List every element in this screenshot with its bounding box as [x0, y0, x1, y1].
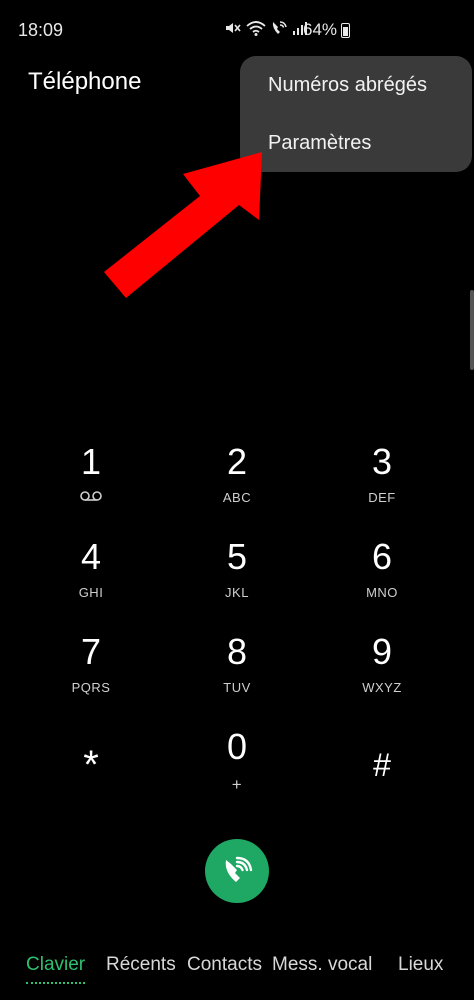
key-7[interactable]: 7 PQRS [31, 632, 151, 696]
tab-recents[interactable]: Récents [106, 954, 176, 976]
key-digit: 7 [80, 631, 102, 672]
key-letters: ABC [222, 490, 252, 505]
key-digit: 3 [371, 441, 393, 482]
bottom-tab-bar: Clavier Récents Contacts Mess. vocal Lie… [0, 950, 474, 990]
key-digit: 5 [226, 536, 248, 577]
tab-places[interactable]: Lieux [398, 954, 443, 976]
call-button[interactable] [205, 839, 269, 903]
key-8[interactable]: 8 TUV [177, 632, 297, 696]
key-digit: 9 [371, 631, 393, 672]
key-digit: # [373, 747, 391, 783]
key-6[interactable]: 6 MNO [322, 537, 442, 601]
key-digit: 8 [226, 631, 248, 672]
tab-voicemail[interactable]: Mess. vocal [272, 954, 372, 976]
key-0[interactable]: 0 + [177, 726, 297, 795]
voicemail-icon [80, 491, 102, 501]
annotation-arrow [104, 152, 262, 298]
wifi-call-icon [225, 856, 253, 882]
key-4[interactable]: 4 GHI [31, 537, 151, 601]
key-letters: GHI [78, 585, 104, 600]
key-letters: MNO [366, 585, 398, 600]
key-letters: TUV [223, 680, 251, 695]
key-9[interactable]: 9 WXYZ [322, 632, 442, 696]
key-2[interactable]: 2 ABC [177, 442, 297, 506]
key-digit: 6 [371, 536, 393, 577]
key-hash[interactable]: # [322, 745, 442, 785]
key-letters: JKL [225, 585, 249, 600]
key-5[interactable]: 5 JKL [177, 537, 297, 601]
key-digit: 1 [80, 441, 102, 482]
key-digit: * [83, 743, 99, 787]
key-1[interactable]: 1 [31, 442, 151, 507]
key-digit: 4 [80, 536, 102, 577]
key-letters: WXYZ [362, 680, 402, 695]
key-3[interactable]: 3 DEF [322, 442, 442, 506]
tab-keypad[interactable]: Clavier [26, 954, 86, 984]
scrollbar[interactable] [470, 290, 474, 370]
key-letters: PQRS [71, 680, 111, 695]
key-digit: 2 [226, 441, 248, 482]
key-digit: 0 [226, 726, 248, 767]
tab-contacts[interactable]: Contacts [187, 954, 262, 976]
key-letters: DEF [368, 490, 396, 505]
key-letters: + [231, 775, 243, 794]
key-star[interactable]: * [31, 745, 151, 785]
